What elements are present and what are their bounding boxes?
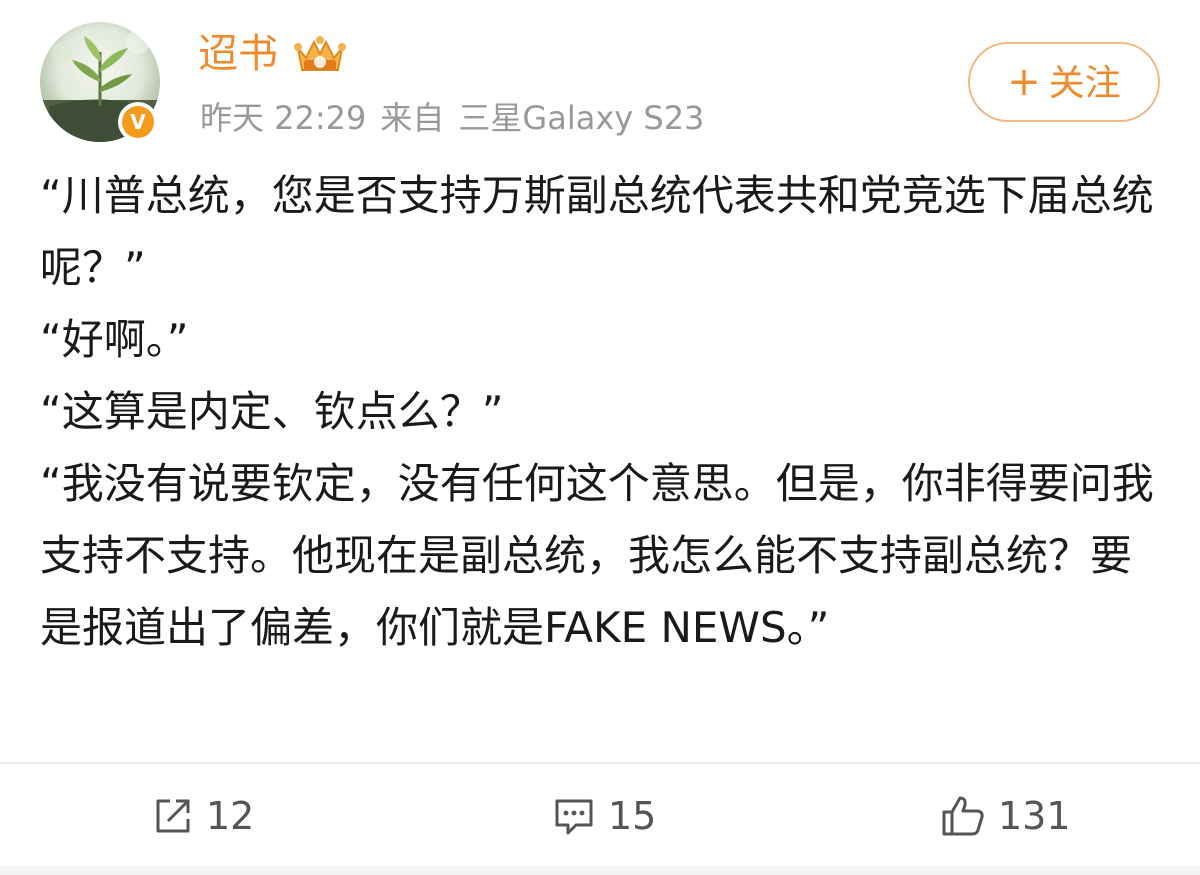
thumbs-up-icon (942, 796, 984, 836)
post-meta: 昨天 22:29 来自 三星Galaxy S23 (200, 96, 718, 140)
card-bottom-separator (0, 866, 1200, 875)
action-divider (0, 762, 1200, 764)
comment-icon (555, 799, 593, 835)
author-name[interactable]: 迢书 (198, 30, 278, 78)
vip-crown-icon (294, 36, 346, 71)
post-device[interactable]: 三星Galaxy S23 (458, 99, 704, 137)
post-body: “川普总统，您是否支持万斯副总统代表共和党竞选下届总统呢？” “好啊。” “这算… (40, 160, 1160, 664)
repost-button[interactable]: 12 (152, 790, 254, 842)
follow-label: 关注 (1048, 63, 1121, 104)
weibo-post-card: V 迢书 昨天 22:29 来自 三星Galaxy S23 + 关注 “川普总统，您是… (0, 0, 1200, 875)
post-time: 昨天 22:29 (200, 99, 367, 137)
post-paragraph: “这算是内定、钦点么？” (40, 387, 504, 436)
repost-count: 12 (206, 794, 255, 838)
post-paragraph: “我没有说要钦定，没有任何这个意思。但是，你非得要问我支持不支持。他现在是副总统… (40, 459, 1154, 652)
verified-badge: V (118, 102, 158, 142)
comment-count: 15 (608, 794, 657, 838)
post-paragraph: “好啊。” (40, 315, 189, 364)
source-prefix: 来自 (380, 99, 445, 137)
like-button[interactable]: 131 (940, 790, 1071, 842)
post-paragraph: “川普总统，您是否支持万斯副总统代表共和党竞选下届总统呢？” (40, 171, 1154, 292)
plus-icon: + (1007, 59, 1041, 105)
repost-icon (156, 799, 190, 833)
verified-v-icon: V (122, 106, 154, 138)
like-count: 131 (998, 794, 1071, 838)
comment-button[interactable]: 15 (552, 790, 656, 842)
follow-button[interactable]: + 关注 (968, 42, 1160, 122)
